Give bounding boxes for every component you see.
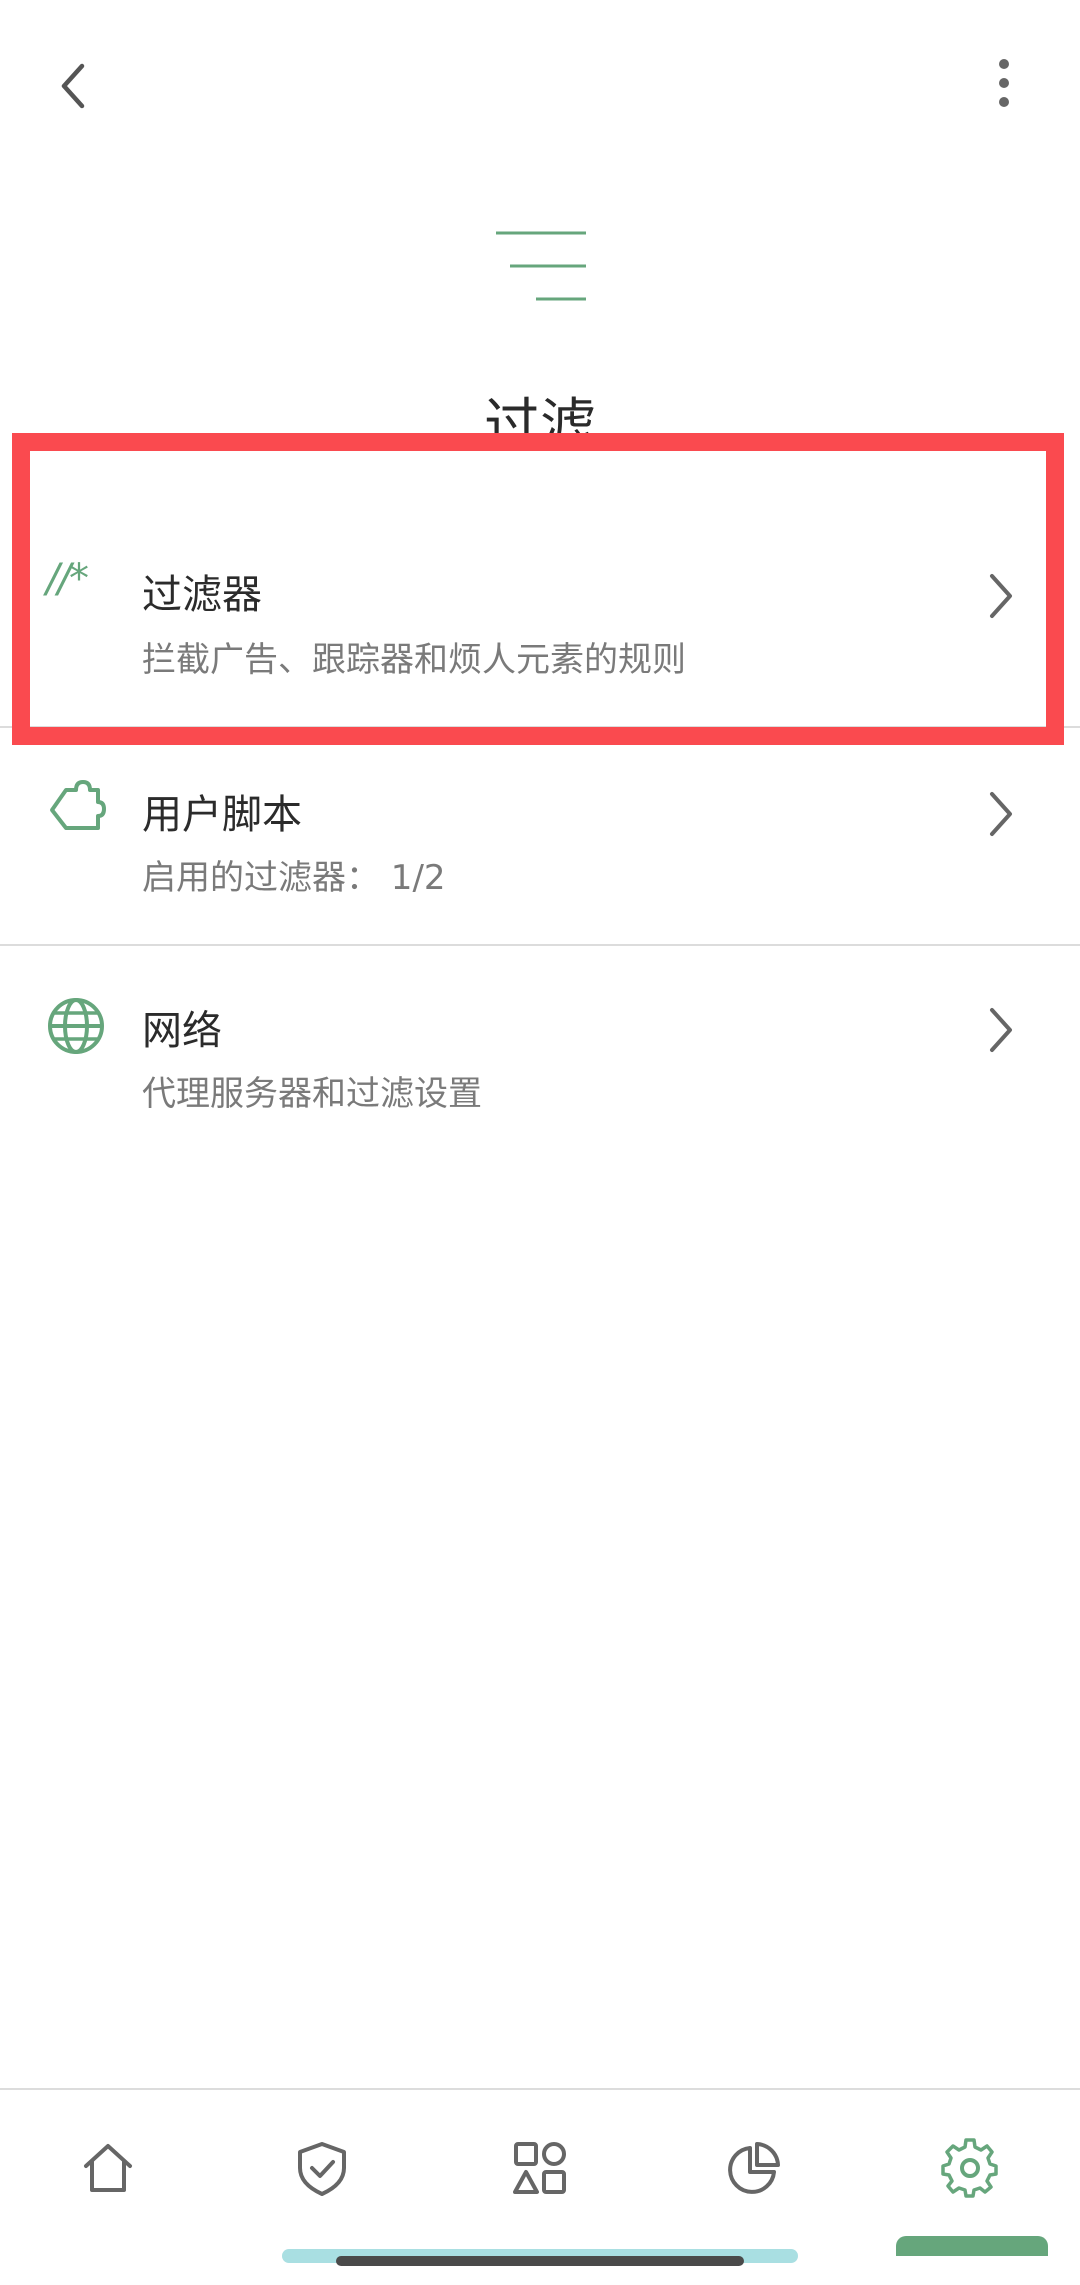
nav-statistics[interactable] bbox=[684, 2128, 824, 2218]
filter-rules-icon: //* bbox=[46, 556, 89, 602]
list-item-title: 过滤器 bbox=[142, 572, 262, 618]
home-gesture-bar[interactable] bbox=[336, 2256, 744, 2266]
nav-protection[interactable] bbox=[252, 2128, 392, 2218]
list-item-filters[interactable]: //* 过滤器 拦截广告、跟踪器和烦人元素的规则 bbox=[0, 496, 1080, 712]
list-item-subtitle: 代理服务器和过滤设置 bbox=[142, 1074, 482, 1114]
chevron-left-icon bbox=[61, 63, 85, 109]
filter-header-icon bbox=[490, 225, 590, 314]
apps-icon bbox=[513, 2142, 566, 2194]
active-tab-indicator bbox=[896, 2236, 1048, 2256]
list-item-subtitle: 拦截广告、跟踪器和烦人元素的规则 bbox=[142, 640, 686, 680]
home-icon bbox=[84, 2144, 132, 2192]
shield-check-icon bbox=[298, 2142, 346, 2196]
list-item-network[interactable]: 网络 代理服务器和过滤设置 bbox=[0, 946, 1080, 1162]
page-title: 过滤 bbox=[484, 393, 596, 458]
settings-gear-icon bbox=[941, 2138, 998, 2198]
puzzle-icon bbox=[46, 778, 106, 838]
nav-apps[interactable] bbox=[470, 2128, 610, 2218]
top-bar bbox=[0, 0, 1080, 170]
more-options-button[interactable] bbox=[964, 46, 1044, 126]
more-vertical-icon bbox=[999, 59, 1009, 107]
list-item-title: 用户脚本 bbox=[142, 792, 302, 838]
chevron-right-icon bbox=[982, 1002, 1022, 1058]
nav-home[interactable] bbox=[38, 2128, 178, 2218]
list-item-title: 网络 bbox=[142, 1008, 222, 1054]
divider bbox=[0, 2088, 1080, 2090]
nav-settings[interactable] bbox=[900, 2128, 1040, 2218]
chevron-right-icon bbox=[982, 568, 1022, 624]
list-item-userscripts[interactable]: 用户脚本 启用的过滤器： 1/2 bbox=[0, 728, 1080, 944]
stats-pie-icon bbox=[728, 2142, 780, 2194]
back-button[interactable] bbox=[42, 46, 112, 126]
list-item-subtitle: 启用的过滤器： 1/2 bbox=[142, 858, 446, 898]
chevron-right-icon bbox=[982, 786, 1022, 842]
globe-icon bbox=[46, 996, 106, 1056]
